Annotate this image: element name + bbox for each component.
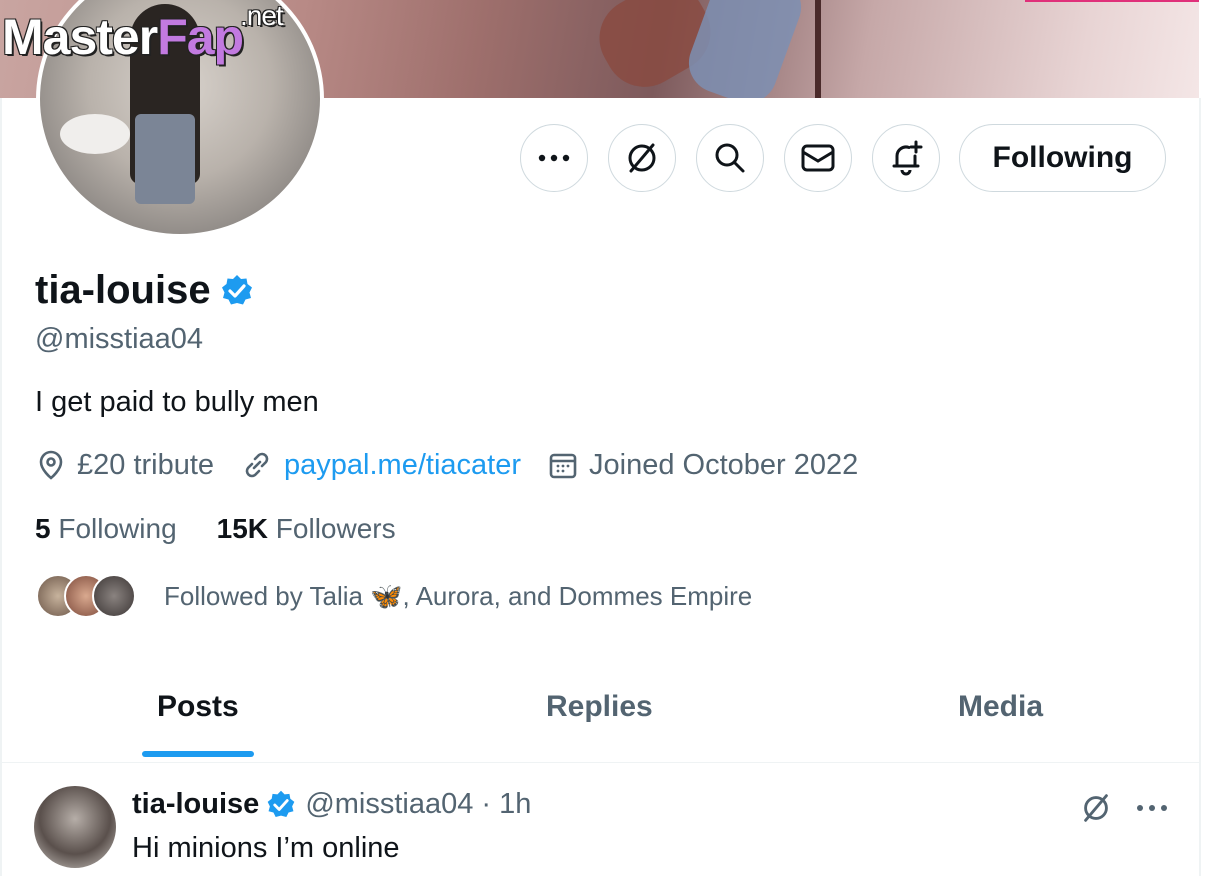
watermark-logo: MasterFap .net: [2, 2, 284, 65]
profile-handle: @misstiaa04: [35, 323, 204, 355]
notifications-button[interactable]: [872, 124, 940, 192]
profile-tabs: Posts Replies Media: [2, 680, 1199, 763]
more-button[interactable]: [520, 124, 588, 192]
profile-counts: 5 Following 15K Followers: [35, 513, 436, 545]
calendar-icon: [549, 453, 577, 479]
post-text: Hi minions I’m online: [132, 832, 400, 864]
verified-badge-icon: [267, 790, 295, 817]
tab-media[interactable]: Media: [958, 690, 1043, 724]
followers-count-label: Followers: [275, 513, 396, 544]
display-name: tia-louise: [35, 268, 211, 312]
watermark-text: Fap: [157, 9, 244, 65]
verified-badge-icon: [221, 274, 252, 304]
active-tab-indicator: [142, 751, 254, 757]
column-divider: [1199, 98, 1201, 876]
search-button[interactable]: [696, 124, 764, 192]
search-icon: [715, 143, 745, 173]
followers-count-link[interactable]: 15K Followers: [217, 513, 396, 545]
grok-button[interactable]: [608, 124, 676, 192]
post-meta: @misstiaa04 · 1h: [305, 788, 532, 820]
watermark-text: .net: [240, 0, 284, 31]
followed-by-text: Followed by Talia 🦋, Aurora, and Dommes …: [164, 580, 753, 611]
more-horizontal-icon: [538, 154, 570, 162]
website-link[interactable]: paypal.me/tiacater: [284, 449, 521, 482]
more-horizontal-icon[interactable]: [1134, 803, 1170, 813]
following-count-link[interactable]: 5 Following: [35, 513, 177, 545]
following-count-label: Following: [58, 513, 177, 544]
avatar-detail: [135, 114, 195, 204]
location-pin-icon: [39, 450, 63, 480]
banner-accent-line: [1025, 0, 1199, 2]
slashed-circle-icon[interactable]: [1078, 790, 1114, 826]
follower-avatar: [92, 574, 136, 618]
post-actions: [1078, 790, 1170, 826]
following-button[interactable]: Following: [959, 124, 1166, 192]
tab-replies[interactable]: Replies: [546, 690, 653, 724]
tab-posts[interactable]: Posts: [157, 690, 239, 724]
joined-text: Joined October 2022: [589, 448, 859, 481]
location-text: £20 tribute: [77, 448, 215, 481]
avatar-detail: [60, 114, 130, 154]
post-author-name[interactable]: tia-louise: [132, 788, 259, 821]
profile-website[interactable]: paypal.me/tiacater: [240, 448, 521, 482]
envelope-icon: [801, 144, 835, 172]
profile-bio: I get paid to bully men: [35, 386, 319, 418]
followers-count: 15K: [216, 513, 269, 544]
message-button[interactable]: [784, 124, 852, 192]
slashed-circle-icon: [628, 143, 656, 173]
profile-location: £20 tribute: [35, 449, 214, 482]
profile-meta: £20 tribute paypal.me/tiacater Joined Oc…: [35, 448, 884, 482]
banner-shape: [815, 0, 821, 98]
followed-by-row[interactable]: Followed by Talia 🦋, Aurora, and Dommes …: [36, 574, 752, 618]
following-count: 5: [35, 513, 51, 544]
watermark-text: Master: [2, 9, 158, 65]
profile-name: tia-louise: [35, 268, 255, 313]
post-header: tia-louise @misstiaa04 · 1h: [132, 788, 531, 821]
bell-plus-icon: [892, 140, 923, 176]
link-icon: [245, 452, 269, 478]
profile-joined: Joined October 2022: [547, 449, 858, 482]
post-author-avatar[interactable]: [34, 786, 116, 868]
